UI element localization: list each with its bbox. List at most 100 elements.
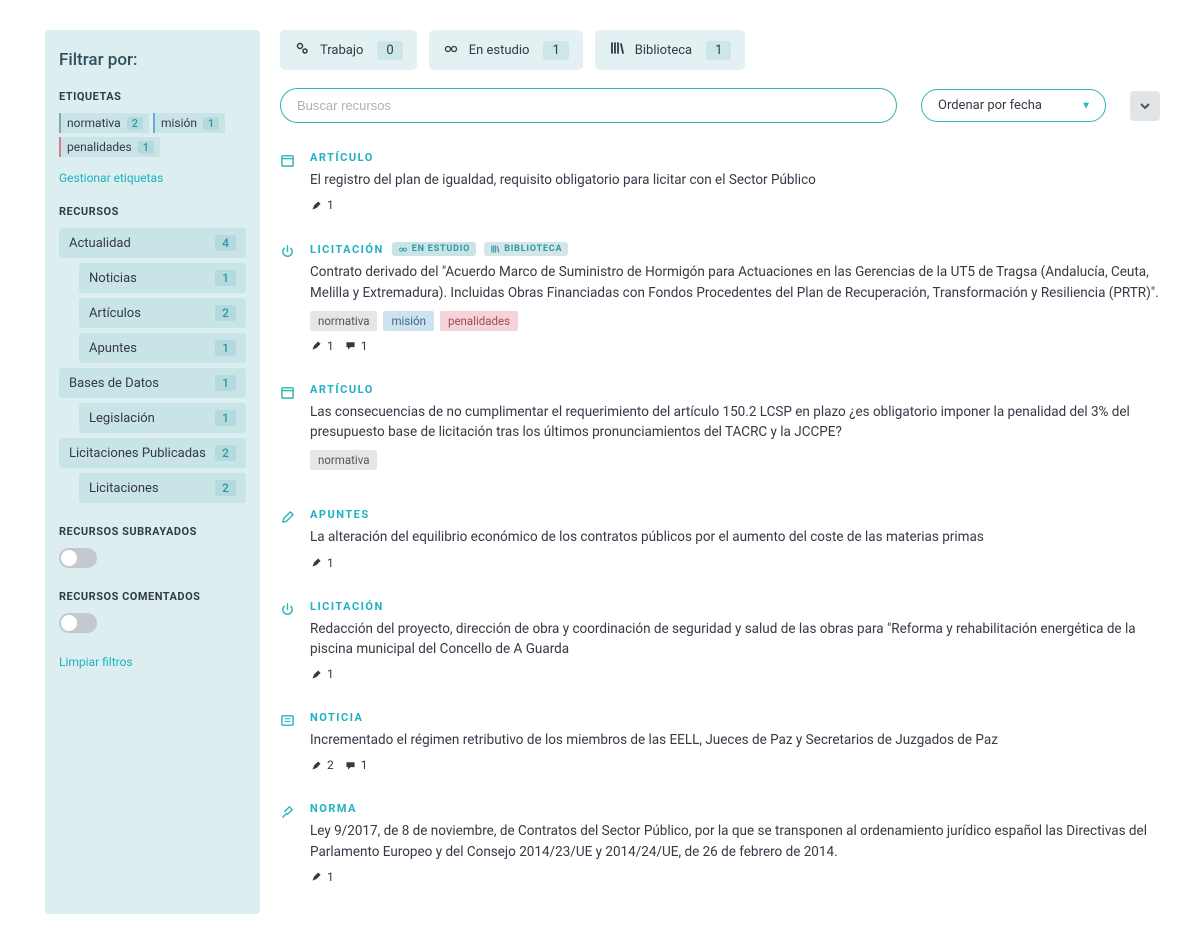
resource-label: Actualidad — [69, 236, 131, 251]
filter-tag-mision[interactable]: misión 1 — [153, 113, 225, 133]
filter-tag-normativa[interactable]: normativa2 — [59, 113, 149, 133]
books-icon — [609, 40, 625, 60]
card-tag-normativa[interactable]: normativa — [310, 311, 377, 331]
tab-label: En estudio — [469, 43, 530, 58]
card-type: ARTÍCULO — [310, 151, 374, 164]
result-card[interactable]: NOTICIAIncrementado el régimen retributi… — [280, 711, 1160, 772]
highlight-icon — [310, 339, 323, 352]
tag-list: normativa2 misión 1 penalidades 1 — [59, 113, 246, 161]
tab-biblioteca[interactable]: Biblioteca1 — [595, 30, 746, 70]
card-type: LICITACIÓN — [310, 243, 384, 256]
card-tag-normativa[interactable]: normativa — [310, 450, 377, 470]
card-meta: 1 — [310, 556, 1160, 570]
sort-label: Ordenar por fecha — [938, 98, 1042, 113]
tag-count: 2 — [127, 117, 143, 130]
resource-filter-item[interactable]: Apuntes 1 — [79, 333, 246, 363]
card-body: ARTÍCULOEl registro del plan de igualdad… — [310, 151, 1160, 212]
highlights-count: 1 — [310, 556, 334, 570]
books-icon — [490, 244, 500, 254]
resource-label: Apuntes — [89, 341, 137, 356]
card-tag-mision[interactable]: misión — [383, 311, 434, 331]
resource-label: Licitaciones — [89, 481, 159, 496]
badge-estudio: EN ESTUDIO — [392, 242, 476, 256]
resource-label: Legislación — [89, 411, 155, 426]
tab-trabajo[interactable]: Trabajo 0 — [280, 30, 417, 70]
highlighted-toggle[interactable] — [59, 548, 97, 568]
edit-icon — [280, 508, 296, 569]
tab-en-estudio[interactable]: En estudio1 — [429, 30, 583, 70]
result-card[interactable]: NORMA Ley 9/2017, de 8 de noviembre, de C… — [280, 802, 1160, 884]
tab-count: 1 — [706, 41, 731, 60]
resource-filter-item[interactable]: Noticias1 — [79, 263, 246, 293]
resource-filter-item[interactable]: Licitaciones Publicadas 2 — [59, 438, 246, 468]
comment-icon — [344, 339, 357, 352]
comments-count: 1 — [344, 758, 368, 772]
highlight-icon — [310, 199, 323, 212]
search-input[interactable] — [280, 88, 897, 123]
highlight-icon — [310, 556, 323, 569]
card-type-row: NORMA — [310, 802, 1160, 815]
chevron-down-icon — [1139, 100, 1151, 112]
resource-count: 1 — [215, 340, 236, 356]
card-body: NORMA Ley 9/2017, de 8 de noviembre, de C… — [310, 802, 1160, 884]
card-type-row: ARTÍCULO — [310, 151, 1160, 164]
chevron-down-icon: ▼ — [1081, 100, 1091, 111]
card-title: Ley 9/2017, de 8 de noviembre, de Contra… — [310, 821, 1160, 862]
result-card[interactable]: APUNTESLa alteración del equilibrio econ… — [280, 508, 1160, 569]
news-icon — [280, 711, 296, 772]
result-card[interactable]: ARTÍCULOEl registro del plan de igualdad… — [280, 151, 1160, 212]
highlight-icon — [310, 668, 323, 681]
card-title: Contrato derivado del "Acuerdo Marco de … — [310, 262, 1160, 303]
resource-filter-item[interactable]: Artículos2 — [79, 298, 246, 328]
highlights-count: 1 — [310, 339, 334, 353]
tag-count: 1 — [203, 117, 219, 130]
card-title: Las consecuencias de no cumplimentar el … — [310, 402, 1160, 443]
tag-label: penalidades — [67, 140, 132, 154]
card-tag-penalidades[interactable]: penalidades — [440, 311, 518, 331]
gears-icon — [294, 40, 310, 60]
commented-toggle[interactable] — [59, 613, 97, 633]
card-meta: 2 1 — [310, 758, 1160, 772]
result-card[interactable]: LICITACIÓN EN ESTUDIO BIBLIOTECA Contrato d… — [280, 242, 1160, 353]
resource-filter-item[interactable]: Bases de Datos1 — [59, 368, 246, 398]
card-type-row: NOTICIA — [310, 711, 1160, 724]
manage-tags-link[interactable]: Gestionar etiquetas — [59, 171, 163, 185]
sort-select[interactable]: Ordenar por fecha ▼ — [921, 89, 1106, 122]
card-title: La alteración del equilibrio económico d… — [310, 527, 1160, 547]
resource-filter-item[interactable]: Actualidad 4 — [59, 228, 246, 258]
resource-filter-item[interactable]: Licitaciones2 — [79, 473, 246, 503]
tag-label: misión — [161, 116, 197, 130]
tab-count: 0 — [377, 41, 402, 60]
highlights-count: 1 — [310, 667, 334, 681]
clear-filters-link[interactable]: Limpiar filtros — [59, 655, 133, 669]
tag-count: 1 — [138, 141, 154, 154]
badge-label: BIBLIOTECA — [504, 244, 562, 254]
resource-label: Licitaciones Publicadas — [69, 446, 206, 461]
search-row: Ordenar por fecha ▼ — [280, 88, 1160, 123]
card-title: Redacción del proyecto, dirección de obr… — [310, 619, 1160, 660]
glasses-icon — [443, 40, 459, 60]
card-type: NORMA — [310, 802, 357, 815]
resource-count: 2 — [215, 445, 236, 461]
tab-label: Trabajo — [320, 43, 363, 58]
card-body: ARTÍCULO Las consecuencias de no cumplime… — [310, 383, 1160, 479]
card-type: LICITACIÓN — [310, 600, 384, 613]
resource-count: 4 — [215, 235, 236, 251]
card-type-row: LICITACIÓN EN ESTUDIO BIBLIOTECA — [310, 242, 1160, 256]
card-tags: normativa misión penalidades — [310, 311, 1160, 331]
resource-count: 1 — [215, 375, 236, 391]
comments-count: 1 — [344, 339, 368, 353]
expand-button[interactable] — [1130, 91, 1160, 121]
tabs-row: Trabajo0En estudio1Biblioteca1 — [280, 30, 1160, 70]
section-etiquetas: ETIQUETAS — [59, 90, 246, 103]
resource-filter-item[interactable]: Legislación1 — [79, 403, 246, 433]
resource-count: 1 — [215, 270, 236, 286]
calendar-icon — [280, 383, 296, 479]
results-list: ARTÍCULOEl registro del plan de igualdad… — [280, 151, 1160, 884]
card-meta: 1 — [310, 667, 1160, 681]
calendar-icon — [280, 151, 296, 212]
filter-tag-penalidades[interactable]: penalidades 1 — [59, 137, 160, 157]
card-type-row: ARTÍCULO — [310, 383, 1160, 396]
result-card[interactable]: ARTÍCULO Las consecuencias de no cumplime… — [280, 383, 1160, 479]
result-card[interactable]: LICITACIÓN Redacción del proyecto, direcc… — [280, 600, 1160, 682]
